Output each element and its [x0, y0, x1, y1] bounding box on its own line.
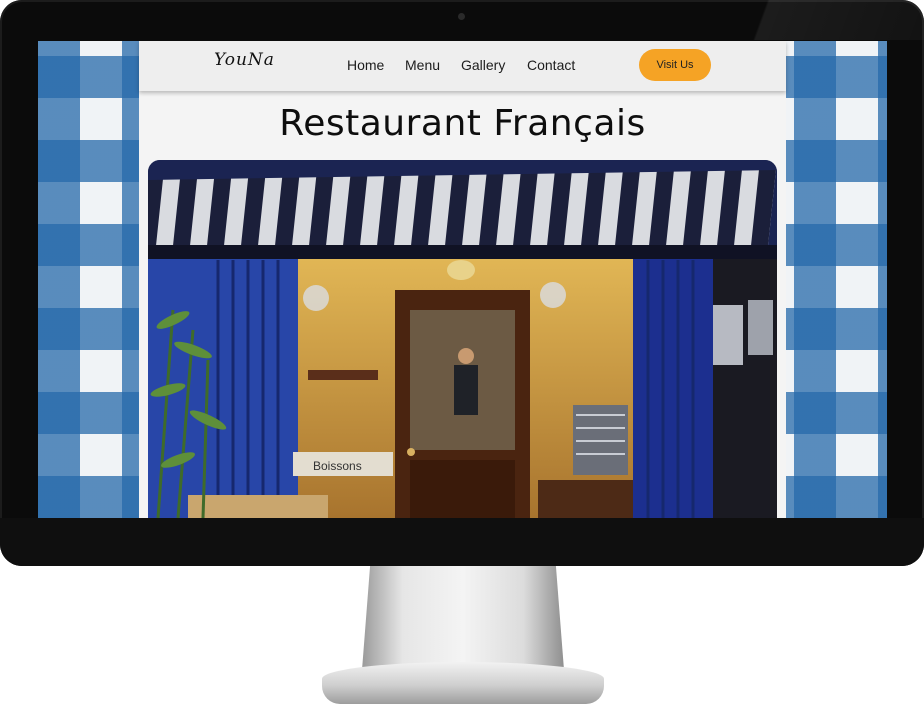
- screen: YouNa Home Menu Gallery Contact Visit Us…: [38, 41, 887, 518]
- monitor-stand-neck: [362, 566, 564, 670]
- nav-link-gallery[interactable]: Gallery: [461, 57, 505, 73]
- webcam-icon: [458, 13, 465, 20]
- page-title: Restaurant Français: [279, 103, 646, 144]
- nav-link-contact[interactable]: Contact: [527, 57, 575, 73]
- logo[interactable]: YouNa: [214, 50, 275, 70]
- boissons-sign: Boissons: [313, 459, 362, 473]
- visit-us-button[interactable]: Visit Us: [639, 49, 711, 81]
- website: YouNa Home Menu Gallery Contact Visit Us…: [139, 41, 786, 518]
- monitor-stand-base: [322, 662, 604, 704]
- monitor-gloss: [694, 0, 924, 40]
- navbar: YouNa Home Menu Gallery Contact Visit Us: [139, 41, 786, 91]
- restaurant-storefront-photo: Boissons: [148, 160, 777, 518]
- hero-image: Boissons: [148, 160, 777, 518]
- nav-link-menu[interactable]: Menu: [405, 57, 440, 73]
- monitor-chin: [0, 518, 924, 566]
- nav-link-home[interactable]: Home: [347, 57, 384, 73]
- monitor-frame: YouNa Home Menu Gallery Contact Visit Us…: [0, 0, 924, 566]
